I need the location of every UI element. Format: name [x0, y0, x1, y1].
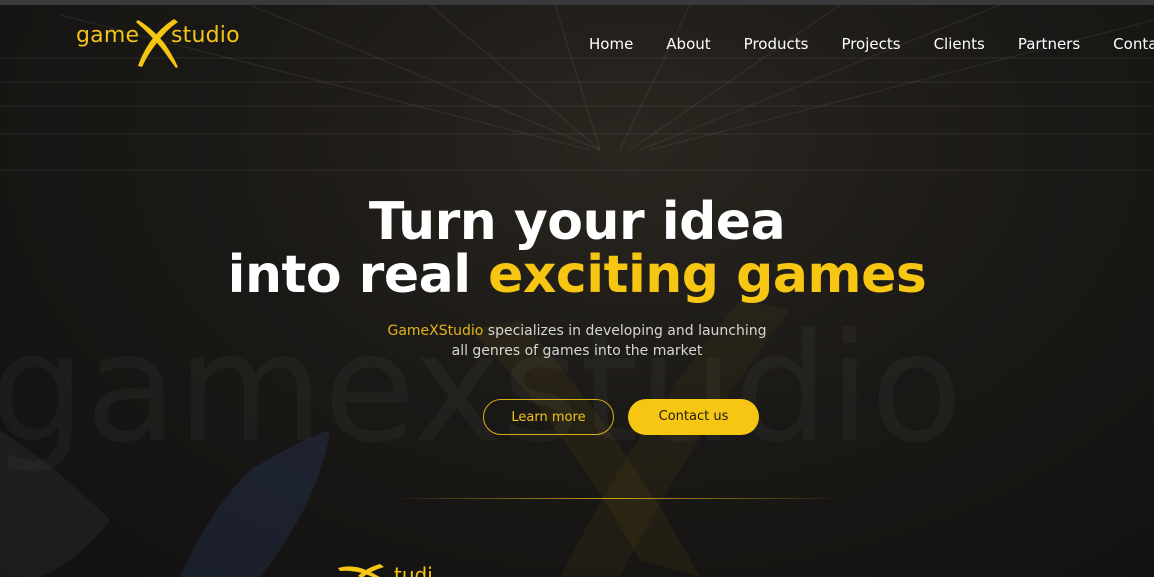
contact-us-button[interactable]: Contact us	[628, 399, 759, 435]
nav-about[interactable]: About	[666, 35, 710, 53]
nav-home[interactable]: Home	[589, 35, 633, 53]
hero-title-prefix: into real	[227, 245, 489, 305]
hero-subtitle-rest: specializes in developing and launching	[483, 323, 767, 339]
main-nav: Home About Products Projects Clients Par…	[589, 35, 1154, 53]
section-divider	[392, 498, 842, 499]
learn-more-button[interactable]: Learn more	[483, 399, 614, 435]
hero-title: Turn your idea into real exciting games	[0, 196, 1154, 302]
nav-partners[interactable]: Partners	[1018, 35, 1080, 53]
svg-text:tudi: tudi	[394, 563, 433, 577]
footer-x-logo-icon: tudi	[338, 563, 433, 577]
logo[interactable]: game studio	[76, 16, 246, 68]
nav-clients[interactable]: Clients	[934, 35, 985, 53]
nav-projects[interactable]: Projects	[841, 35, 900, 53]
hero-subtitle-brand: GameXStudio	[387, 323, 484, 339]
page: gamexstudio game studio Home About Produ…	[0, 0, 1154, 577]
hero-title-line1: Turn your idea	[368, 192, 786, 252]
nav-products[interactable]: Products	[744, 35, 809, 53]
hero-subtitle-line2: all genres of games into the market	[451, 343, 703, 359]
hero-subtitle: GameXStudio specializes in developing an…	[0, 321, 1154, 361]
logo-text-studio: studio	[171, 23, 240, 48]
nav-contact[interactable]: Contact	[1113, 35, 1154, 53]
hero-title-highlight: exciting games	[488, 245, 927, 305]
top-strip	[0, 0, 1154, 5]
